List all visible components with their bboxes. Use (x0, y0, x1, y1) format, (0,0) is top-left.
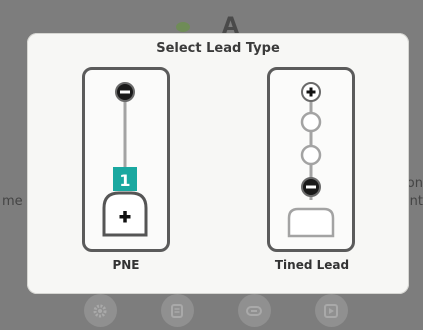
play-icon (324, 303, 338, 318)
screen: A me on nt Select Lead Type 1 PNE Tined … (0, 0, 423, 330)
electrode-count: 1 (119, 171, 130, 190)
gear-icon (93, 304, 107, 317)
dialog-title: Select Lead Type (156, 41, 280, 56)
nav-play-button[interactable] (314, 294, 348, 327)
nav-link-button[interactable] (237, 294, 271, 327)
pne-lead-label: PNE (112, 258, 140, 272)
document-icon (171, 303, 183, 318)
nav-document-button[interactable] (160, 294, 194, 327)
pne-lead-option[interactable]: 1 (82, 67, 170, 252)
background-right-text-2: nt (409, 194, 423, 209)
app-logo-icon (176, 22, 190, 32)
select-lead-type-dialog: Select Lead Type 1 PNE Tined Lead (27, 33, 409, 294)
tined-lead-icon (287, 82, 335, 238)
pne-lead-icon: 1 (102, 82, 148, 237)
background-right-text-1: on (406, 176, 423, 191)
background-left-text: me (2, 194, 23, 209)
nav-settings-button[interactable] (83, 294, 117, 327)
bottom-nav (0, 294, 423, 330)
tined-lead-option[interactable] (267, 67, 355, 252)
link-icon (246, 305, 262, 316)
tined-lead-label: Tined Lead (274, 258, 350, 272)
